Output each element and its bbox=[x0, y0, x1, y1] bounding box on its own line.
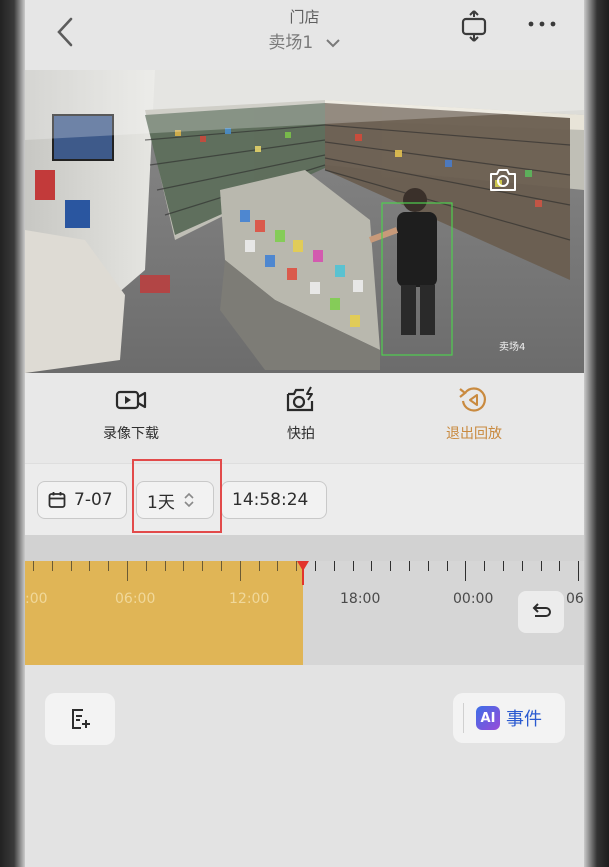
timeline-label: 06:00 bbox=[115, 591, 156, 607]
area-selector-label: 卖场1 bbox=[268, 33, 314, 53]
top-bar: 门店 卖场1 bbox=[25, 0, 584, 70]
timeline-tick bbox=[277, 561, 278, 571]
page-title: 门店 bbox=[289, 8, 320, 26]
recorded-segment bbox=[25, 561, 303, 665]
exit-playback-button[interactable]: 退出回放 bbox=[414, 385, 534, 455]
timeline-tick bbox=[541, 561, 542, 571]
chevron-down-icon bbox=[325, 39, 340, 48]
ai-events-button[interactable]: AI 事件 bbox=[453, 693, 565, 743]
exit-playback-icon bbox=[459, 387, 486, 412]
timeline-tick bbox=[183, 561, 184, 571]
ai-events-label: 事件 bbox=[506, 709, 542, 730]
timeline-tick bbox=[484, 561, 485, 571]
playback-timeline[interactable]: :00 06:00 12:00 18:00 00:00 06 bbox=[25, 535, 584, 665]
record-download-button[interactable]: 录像下载 bbox=[71, 385, 191, 455]
time-value: 14:58:24 bbox=[232, 490, 309, 510]
action-bar: 录像下载 快拍 退出回放 bbox=[25, 373, 584, 466]
video-download-icon bbox=[115, 390, 147, 410]
timeline-label: 00:00 bbox=[453, 591, 494, 607]
timeline-tick bbox=[89, 561, 90, 571]
timeline-tick bbox=[202, 561, 203, 571]
rotate-screen-button[interactable] bbox=[459, 10, 489, 42]
timeline-tick bbox=[353, 561, 354, 571]
calendar-icon bbox=[48, 492, 66, 508]
timeline-tick bbox=[146, 561, 147, 571]
undo-icon bbox=[532, 603, 551, 617]
app-screen: 门店 卖场1 卖场4 录像下载 快拍 退出回放 7-07 1天 14:58:24… bbox=[25, 0, 584, 867]
snapshot-button[interactable]: 快拍 bbox=[241, 385, 361, 455]
timeline-tick bbox=[52, 561, 53, 571]
return-button[interactable] bbox=[518, 591, 564, 633]
timeline-label: 06 bbox=[566, 591, 584, 607]
timeline-tick bbox=[559, 561, 560, 571]
ai-badge-icon: AI bbox=[476, 706, 500, 730]
timeline-tick bbox=[33, 561, 34, 571]
timeline-tick bbox=[259, 561, 260, 571]
timeline-tick bbox=[221, 561, 222, 571]
timeline-label: 12:00 bbox=[229, 591, 270, 607]
rotate-screen-icon bbox=[461, 10, 487, 42]
bottom-toolbar: AI 事件 bbox=[25, 665, 584, 867]
timeline-tick bbox=[447, 561, 448, 571]
timeline-tick bbox=[428, 561, 429, 571]
timeline-tick bbox=[334, 561, 335, 571]
date-picker[interactable]: 7-07 bbox=[37, 481, 127, 519]
highlight-box bbox=[132, 459, 222, 533]
timeline-header-band bbox=[25, 535, 584, 561]
add-note-button[interactable] bbox=[45, 693, 115, 745]
timeline-tick bbox=[522, 561, 523, 571]
timeline-tick bbox=[165, 561, 166, 571]
playback-controls: 7-07 1天 14:58:24 bbox=[25, 463, 584, 535]
timeline-tick bbox=[127, 561, 128, 581]
exit-playback-label: 退出回放 bbox=[446, 426, 502, 442]
area-selector[interactable]: 卖场1 bbox=[25, 28, 584, 53]
more-options-button[interactable] bbox=[527, 14, 557, 34]
camera-icon bbox=[490, 169, 516, 191]
more-icon bbox=[528, 21, 556, 27]
playhead-marker[interactable] bbox=[297, 561, 309, 571]
screenshot-button[interactable] bbox=[488, 167, 518, 193]
timeline-tick bbox=[315, 561, 316, 571]
snapshot-icon bbox=[286, 386, 314, 412]
timeline-tick bbox=[108, 561, 109, 571]
video-player[interactable]: 卖场4 bbox=[25, 70, 584, 373]
divider bbox=[463, 703, 464, 733]
timeline-tick bbox=[240, 561, 241, 581]
camera-feed-image bbox=[25, 70, 584, 373]
timeline-label: :00 bbox=[25, 591, 48, 607]
time-display[interactable]: 14:58:24 bbox=[221, 481, 327, 519]
timeline-tick bbox=[578, 561, 579, 581]
timeline-tick bbox=[465, 561, 466, 581]
date-value: 7-07 bbox=[74, 490, 113, 510]
timeline-tick bbox=[409, 561, 410, 571]
phone-photo: 门店 卖场1 卖场4 录像下载 快拍 退出回放 7-07 1天 14:58:24… bbox=[0, 0, 609, 867]
timeline-label: 18:00 bbox=[340, 591, 381, 607]
camera-name-label: 卖场4 bbox=[499, 342, 526, 353]
record-download-label: 录像下载 bbox=[103, 426, 159, 442]
timeline-tick bbox=[390, 561, 391, 571]
add-note-icon bbox=[72, 709, 90, 729]
snapshot-label: 快拍 bbox=[287, 426, 315, 442]
timeline-tick bbox=[503, 561, 504, 571]
timeline-tick bbox=[71, 561, 72, 571]
timeline-tick bbox=[371, 561, 372, 571]
